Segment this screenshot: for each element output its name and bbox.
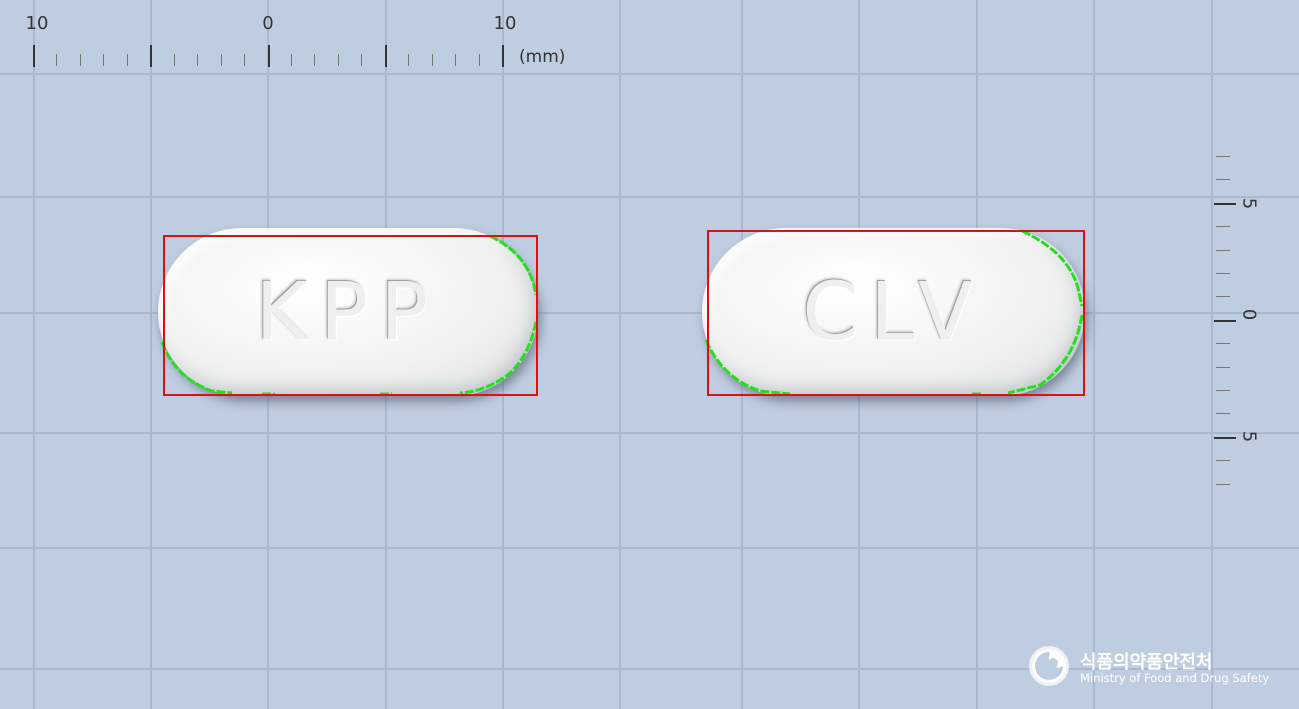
detection-box [163, 235, 538, 396]
pill-identification-image: 10 0 10 (mm) 5 0 5 KPP CLV 식품의약품안전처 Mini… [0, 0, 1299, 709]
mfds-emblem-icon [1029, 646, 1069, 686]
logo-text-english: Ministry of Food and Drug Safety [1080, 671, 1270, 685]
detection-box [707, 230, 1085, 396]
